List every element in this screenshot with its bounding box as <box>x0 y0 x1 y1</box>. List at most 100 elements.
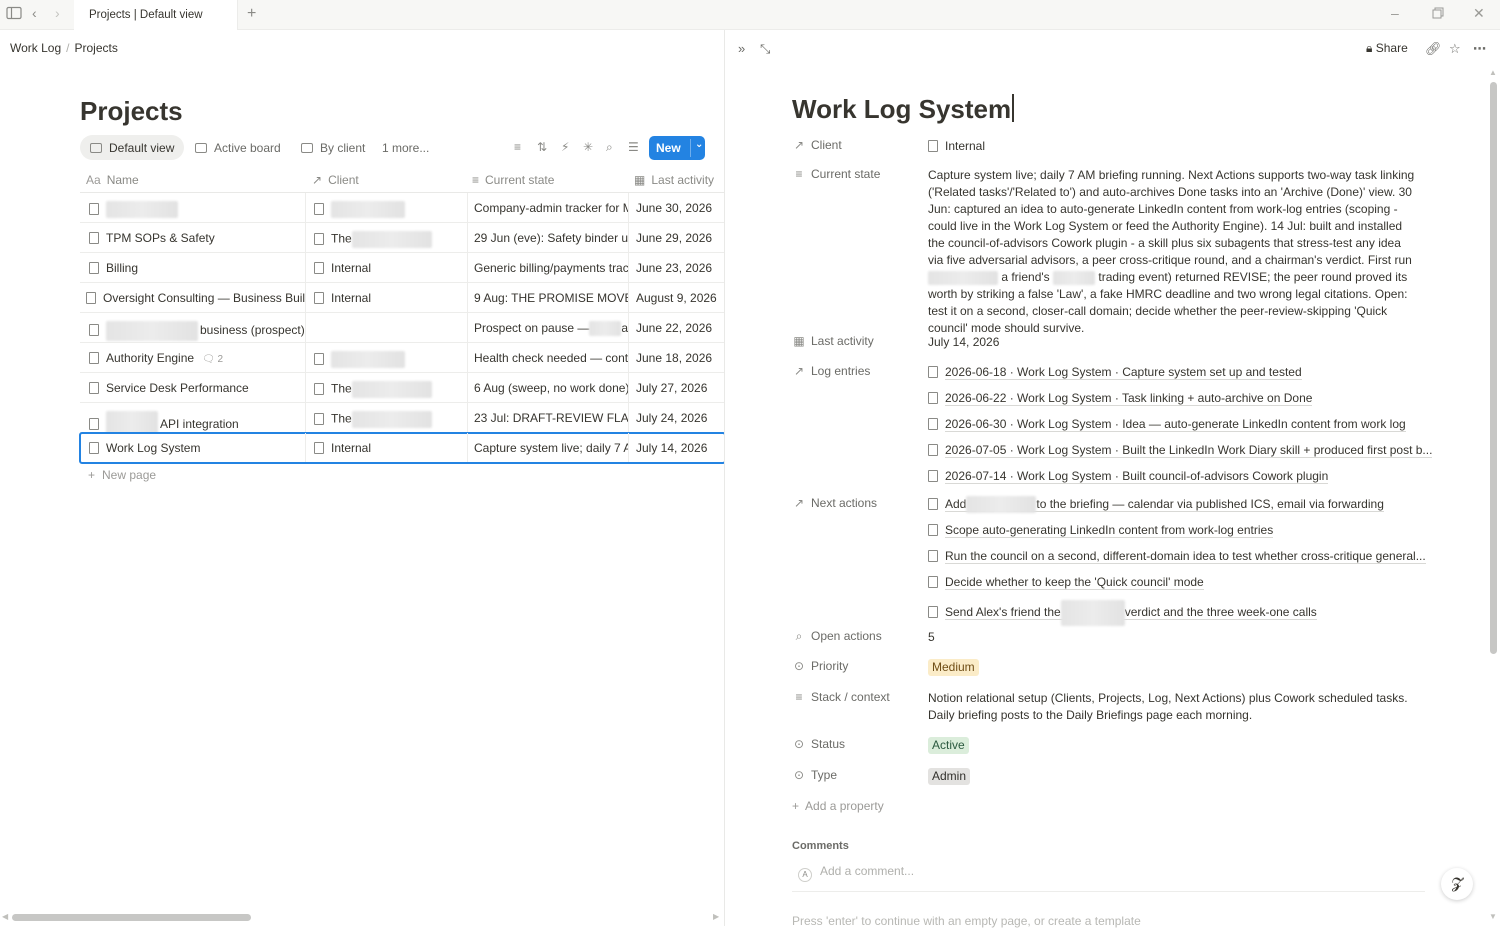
next-action-link[interactable]: Add to the briefing — calendar via publis… <box>928 496 1418 522</box>
table-row[interactable]: Oversight Consulting — Business Build In… <box>80 283 725 313</box>
cell-client[interactable]: The <box>305 373 467 402</box>
browser-tab[interactable]: Projects | Default view <box>74 0 238 30</box>
property-value[interactable]: Capture system live; daily 7 AM briefing… <box>928 167 1418 337</box>
column-name[interactable]: Aa Name <box>86 173 139 187</box>
log-entry-link[interactable]: 2026-06-18 · Work Log System · Capture s… <box>928 364 1418 390</box>
cell-state[interactable]: Capture system live; daily 7 AM <box>467 433 628 462</box>
new-page-button[interactable]: + New page <box>88 468 156 482</box>
property-label[interactable]: ↗ Log entries <box>792 364 922 378</box>
table-row[interactable]: Service Desk Performance The 6 Aug (swee… <box>80 373 725 403</box>
cell-date[interactable]: June 29, 2026 <box>628 223 725 252</box>
cell-state[interactable]: 6 Aug (sweep, no work done): A <box>467 373 628 402</box>
scroll-down-icon[interactable]: ▼ <box>1489 912 1497 921</box>
cell-name[interactable]: API integration <box>80 403 305 432</box>
tab-more-views[interactable]: 1 more... <box>372 135 439 160</box>
cell-date[interactable]: July 14, 2026 <box>628 433 725 462</box>
property-value[interactable]: Active <box>928 737 1418 754</box>
star-icon[interactable]: ☆ <box>1449 41 1461 57</box>
table-row[interactable]: TPM SOPs & Safety The 29 Jun (eve): Safe… <box>80 223 725 253</box>
link-icon[interactable]: 🔗︎ <box>1425 41 1442 57</box>
next-action-link[interactable]: Scope auto-generating LinkedIn content f… <box>928 522 1418 548</box>
status-tag[interactable]: Active <box>928 737 969 754</box>
share-button[interactable]: 🔒︎ Share <box>1366 41 1408 56</box>
log-entry-link[interactable]: 2026-07-14 · Work Log System · Built cou… <box>928 468 1418 494</box>
property-label[interactable]: ⊙ Type <box>792 768 922 782</box>
minimize-icon[interactable]: – <box>1391 5 1399 21</box>
chevron-down-icon[interactable]: ⌄ <box>690 139 703 157</box>
property-label[interactable]: ▦ Last activity <box>792 334 922 348</box>
ai-assistant-button[interactable]: 𝓩 <box>1441 868 1473 900</box>
priority-tag[interactable]: Medium <box>928 659 979 676</box>
comment-count[interactable]: 🗨 2 <box>202 354 223 365</box>
scroll-right-icon[interactable]: ▶ <box>713 912 719 921</box>
tab-default-view[interactable]: Default view <box>80 135 185 160</box>
new-button[interactable]: New ⌄ <box>649 136 705 160</box>
table-row-selected[interactable]: Work Log System Internal Capture system … <box>79 432 726 464</box>
cell-name[interactable]: Authority Engine 🗨 2 <box>80 343 305 372</box>
property-value[interactable]: Medium <box>928 659 1418 676</box>
ai-sparkle-icon[interactable]: ✳ <box>583 140 593 154</box>
settings-icon[interactable]: ☰ <box>628 140 639 154</box>
sort-icon[interactable]: ⇅ <box>537 140 547 154</box>
property-label[interactable]: ⌕ Open actions <box>792 629 922 644</box>
cell-name[interactable]: Oversight Consulting — Business Build <box>80 283 305 312</box>
table-row[interactable]: Authority Engine 🗨 2 Health check needed … <box>80 343 725 373</box>
property-value[interactable]: Notion relational setup (Clients, Projec… <box>928 690 1418 724</box>
cell-date[interactable]: July 24, 2026 <box>628 403 725 432</box>
table-row[interactable]: Company-admin tracker for Mi June 30, 20… <box>80 193 725 223</box>
cell-state[interactable]: 29 Jun (eve): Safety binder upgr <box>467 223 628 252</box>
filter-icon[interactable]: ≡ <box>514 140 521 154</box>
property-value[interactable]: 5 <box>928 629 1418 646</box>
cell-date[interactable]: June 23, 2026 <box>628 253 725 282</box>
cell-date[interactable]: June 22, 2026 <box>628 313 725 342</box>
vertical-scrollbar[interactable] <box>1490 82 1497 654</box>
expand-icon[interactable]: ⤡ <box>760 41 770 57</box>
cell-client[interactable]: Internal <box>305 253 467 282</box>
property-label[interactable]: ⊙ Priority <box>792 659 922 673</box>
scroll-left-icon[interactable]: ◀ <box>2 912 8 921</box>
restore-icon[interactable] <box>1432 6 1444 22</box>
property-label[interactable]: ↗ Next actions <box>792 496 922 510</box>
cell-client[interactable]: The <box>305 223 467 252</box>
next-action-link[interactable]: Send Alex's friend the verdict and the th… <box>928 600 1418 626</box>
table-row[interactable]: Billing Internal Generic billing/payment… <box>80 253 725 283</box>
close-peek-icon[interactable]: » <box>738 41 745 56</box>
add-property-button[interactable]: + Add a property <box>792 799 1442 813</box>
cell-state[interactable]: Health check needed — conten <box>467 343 628 372</box>
cell-date[interactable]: June 30, 2026 <box>628 193 725 222</box>
cell-client[interactable] <box>305 343 467 372</box>
new-tab-icon[interactable]: + <box>247 5 256 23</box>
sidebar-toggle-icon[interactable] <box>6 6 22 23</box>
property-value[interactable]: Internal <box>928 138 1418 155</box>
cell-name[interactable]: Work Log System <box>80 433 305 462</box>
cell-state[interactable]: Company-admin tracker for Mi <box>467 193 628 222</box>
cell-name[interactable]: Billing <box>80 253 305 282</box>
next-action-link[interactable]: Decide whether to keep the 'Quick counci… <box>928 574 1418 600</box>
search-icon[interactable]: ⌕ <box>606 140 613 155</box>
back-icon[interactable]: ‹ <box>32 5 37 21</box>
table-row[interactable]: business (prospect) Prospect on pause — a… <box>80 313 725 343</box>
automation-icon[interactable]: ⚡ <box>561 140 569 154</box>
cell-client[interactable]: Internal <box>305 283 467 312</box>
log-entry-link[interactable]: 2026-07-05 · Work Log System · Built the… <box>928 442 1433 468</box>
cell-name[interactable]: TPM SOPs & Safety <box>80 223 305 252</box>
property-label[interactable]: ⊙ Status <box>792 737 922 751</box>
cell-date[interactable]: July 27, 2026 <box>628 373 725 402</box>
property-value[interactable]: July 14, 2026 <box>928 334 1418 351</box>
scroll-up-icon[interactable]: ▲ <box>1489 68 1497 77</box>
more-options-icon[interactable]: ⋯ <box>1473 41 1486 57</box>
next-action-link[interactable]: Run the council on a second, different-d… <box>928 548 1426 574</box>
cell-date[interactable]: August 9, 2026 <box>628 283 725 312</box>
cell-state[interactable]: Prospect on pause —ask <box>467 313 628 342</box>
cell-date[interactable]: June 18, 2026 <box>628 343 725 372</box>
cell-name[interactable] <box>80 193 305 222</box>
cell-client[interactable]: The <box>305 403 467 432</box>
property-label[interactable]: ↗ Client <box>792 138 922 152</box>
column-current-state[interactable]: ≡ Current state <box>472 173 554 187</box>
horizontal-scrollbar[interactable] <box>12 914 251 921</box>
property-value[interactable]: Admin <box>928 768 1418 785</box>
property-label[interactable]: ≡ Current state <box>792 167 922 181</box>
cell-client[interactable] <box>305 313 467 342</box>
cell-state[interactable]: 9 Aug: THE PROMISE MOVED FF <box>467 283 628 312</box>
column-last-activity[interactable]: ▦ Last activity <box>634 173 714 187</box>
